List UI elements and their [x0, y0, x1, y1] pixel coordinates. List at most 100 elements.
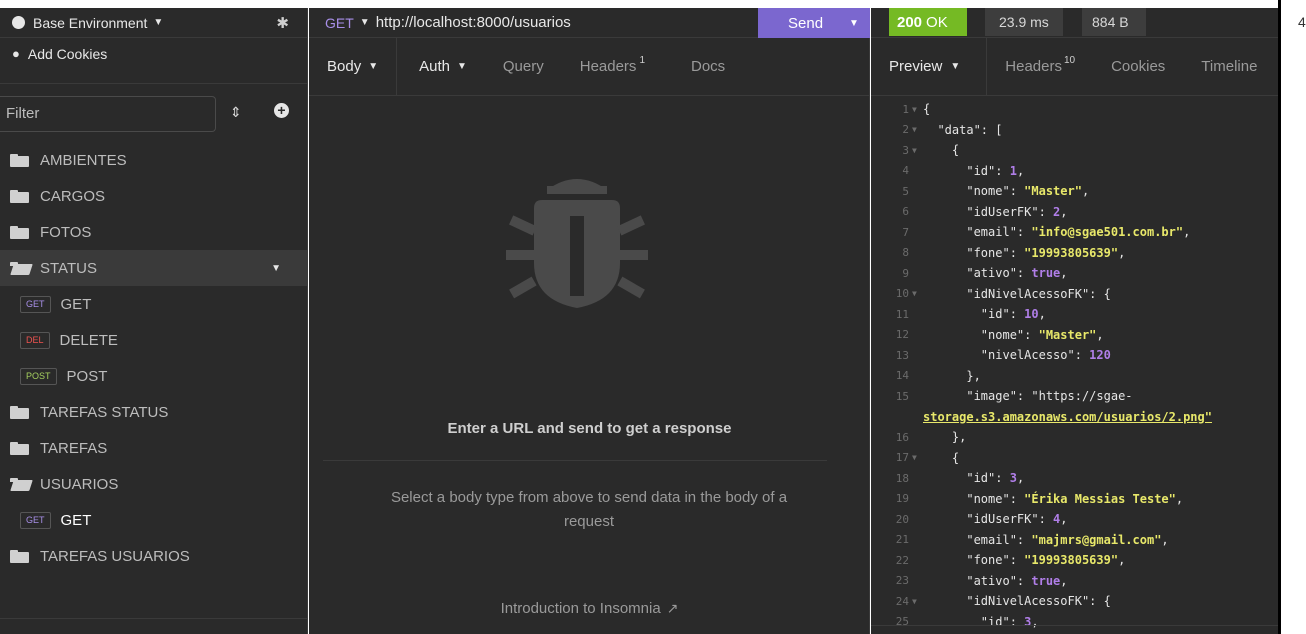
sidebar-request-get[interactable]: GET GET — [0, 502, 307, 538]
code-line: 25 "id": 3, — [871, 612, 1278, 633]
method-select[interactable]: GET — [325, 15, 354, 31]
add-cookies-button[interactable]: ● Add Cookies — [0, 38, 307, 84]
filter-input[interactable]: Filter — [0, 96, 216, 132]
response-preview[interactable]: 1 ▼{2 ▼ "data": [3 ▼ {4 "id": 1, 5 "nome": "… — [871, 99, 1278, 632]
url-input[interactable]: http://localhost:8000/usuarios — [376, 14, 571, 31]
code-line: 2 ▼ "data": [ — [871, 120, 1278, 141]
chevron-down-icon[interactable]: ▼ — [271, 263, 281, 274]
sidebar-folder-fotos[interactable]: FOTOS — [0, 214, 307, 250]
method-badge: POST — [20, 367, 57, 385]
top-strip — [0, 0, 1306, 8]
code-line: 21 "email": "majmrs@gmail.com", — [871, 530, 1278, 551]
tab-headers[interactable]: Headers 1 — [562, 38, 663, 95]
sidebar-folder-label: FOTOS — [40, 223, 92, 241]
request-tabs: Body ▼ Auth ▼ Query Headers 1 Docs — [309, 38, 869, 96]
tab-docs-label: Docs — [691, 58, 726, 75]
sidebar-folder-tarefas-usuarios[interactable]: TAREFAS USUARIOS — [0, 538, 307, 574]
fold-toggle-icon[interactable]: ▼ — [909, 146, 923, 155]
code-text: "id": 1, — [923, 163, 1025, 178]
send-button[interactable]: Send ▼ — [758, 8, 870, 38]
sidebar-folder-label: TAREFAS STATUS — [40, 403, 169, 421]
code-line: 24 ▼ "idNivelAcessoFK": { — [871, 591, 1278, 612]
folder-icon — [10, 189, 30, 203]
line-number: 4 — [902, 164, 909, 178]
code-text: }, — [923, 430, 967, 445]
code-text: "id": 10, — [923, 307, 1046, 322]
line-number: 3 — [902, 143, 909, 157]
fold-toggle-icon[interactable]: ▼ — [909, 289, 923, 298]
fold-toggle-icon[interactable]: ▼ — [909, 125, 923, 134]
sidebar-request-post[interactable]: POST POST — [0, 358, 307, 394]
fold-toggle-icon[interactable]: ▼ — [909, 453, 923, 462]
sidebar-folder-usuarios[interactable]: USUARIOS — [0, 466, 307, 502]
sidebar-request-label: DELETE — [59, 331, 118, 349]
sidebar-request-label: GET — [60, 295, 92, 313]
tab-timeline[interactable]: Timeline — [1183, 38, 1275, 95]
window-edge — [1278, 0, 1281, 634]
tab-preview[interactable]: Preview ▼ — [871, 38, 988, 95]
line-number: 25 — [895, 615, 909, 629]
sidebar-folder-cargos[interactable]: CARGOS — [0, 178, 307, 214]
line-number: 12 — [895, 328, 909, 342]
sidebar-folder-tarefas[interactable]: TAREFAS — [0, 430, 307, 466]
code-line: 7 "email": "info@sgae501.com.br", — [871, 222, 1278, 243]
sidebar-folder-status[interactable]: STATUS ▼ — [0, 250, 307, 286]
tab-auth[interactable]: Auth ▼ — [397, 38, 485, 95]
code-text: "idUserFK": 2, — [923, 204, 1068, 219]
line-number: 16 — [895, 430, 909, 444]
fold-toggle-icon[interactable]: ▼ — [909, 105, 923, 114]
empty-state-subtitle: Select a body type from above to send da… — [390, 489, 788, 530]
intro-link[interactable]: Introduction to Insomnia ↗ — [309, 600, 870, 617]
code-text: "nome": "Master", — [923, 327, 1104, 342]
code-line: 23 "ativo": true, — [871, 571, 1278, 592]
code-line: 1 ▼{ — [871, 99, 1278, 120]
code-text: { — [923, 102, 931, 117]
sidebar-request-label: GET — [60, 511, 92, 529]
code-text: "nome": "Érika Messias Teste", — [923, 491, 1184, 506]
code-text: "data": [ — [923, 122, 1003, 137]
code-text: "fone": "19993805639", — [923, 553, 1126, 568]
code-line: 11 "id": 10, — [871, 304, 1278, 325]
fold-toggle-icon[interactable]: ▼ — [909, 597, 923, 606]
tab-cookies[interactable]: Cookies — [1093, 38, 1183, 95]
tab-docs[interactable]: Docs — [663, 38, 743, 95]
tab-cookies-label: Cookies — [1111, 58, 1166, 75]
folder-icon — [10, 153, 30, 167]
code-text: "ativo": true, — [923, 266, 1068, 281]
tab-response-headers[interactable]: Headers 10 — [987, 38, 1093, 95]
code-line: 3 ▼ { — [871, 140, 1278, 161]
folder-icon — [10, 441, 30, 455]
sidebar-request-delete[interactable]: DEL DELETE — [0, 322, 307, 358]
line-number: 10 — [895, 287, 909, 301]
cookie-icon: ● — [12, 46, 20, 61]
response-size: 884 B — [1082, 8, 1146, 36]
tab-body[interactable]: Body ▼ — [309, 38, 398, 95]
chevron-down-icon: ▼ — [950, 61, 961, 72]
tab-query[interactable]: Query — [485, 38, 562, 95]
sidebar-request-get[interactable]: GET GET — [0, 286, 307, 322]
sidebar-folder-ambientes[interactable]: AMBIENTES — [0, 142, 307, 178]
line-number: 6 — [902, 205, 909, 219]
request-pane: GET ▼ http://localhost:8000/usuarios Sen… — [309, 8, 870, 634]
code-line: 18 "id": 3, — [871, 468, 1278, 489]
line-number: 2 — [902, 123, 909, 137]
sidebar-folder-tarefas-status[interactable]: TAREFAS STATUS — [0, 394, 307, 430]
folder-open-icon — [10, 477, 30, 491]
gear-icon[interactable]: ✱ — [276, 14, 289, 32]
code-text: }, — [923, 368, 981, 383]
sidebar-folder-label: AMBIENTES — [40, 151, 127, 169]
response-time: 23.9 ms — [985, 8, 1063, 36]
chevron-down-icon[interactable]: ▼ — [849, 18, 859, 29]
code-text: "image": "https://sgae- — [923, 389, 1133, 404]
external-link-icon: ↗ — [666, 600, 679, 616]
folder-icon — [10, 225, 30, 239]
code-text: { — [923, 450, 960, 465]
line-number: 20 — [895, 512, 909, 526]
line-number: 21 — [895, 533, 909, 547]
sort-icon[interactable]: ⇕ — [230, 104, 242, 121]
code-line: storage.s3.amazonaws.com/usuarios/2.png" — [871, 407, 1278, 428]
add-icon[interactable]: + — [274, 103, 289, 118]
environment-selector[interactable]: Base Environment ▼ ✱ — [0, 8, 307, 38]
code-line: 8 "fone": "19993805639", — [871, 243, 1278, 264]
chevron-down-icon[interactable]: ▼ — [360, 17, 370, 28]
